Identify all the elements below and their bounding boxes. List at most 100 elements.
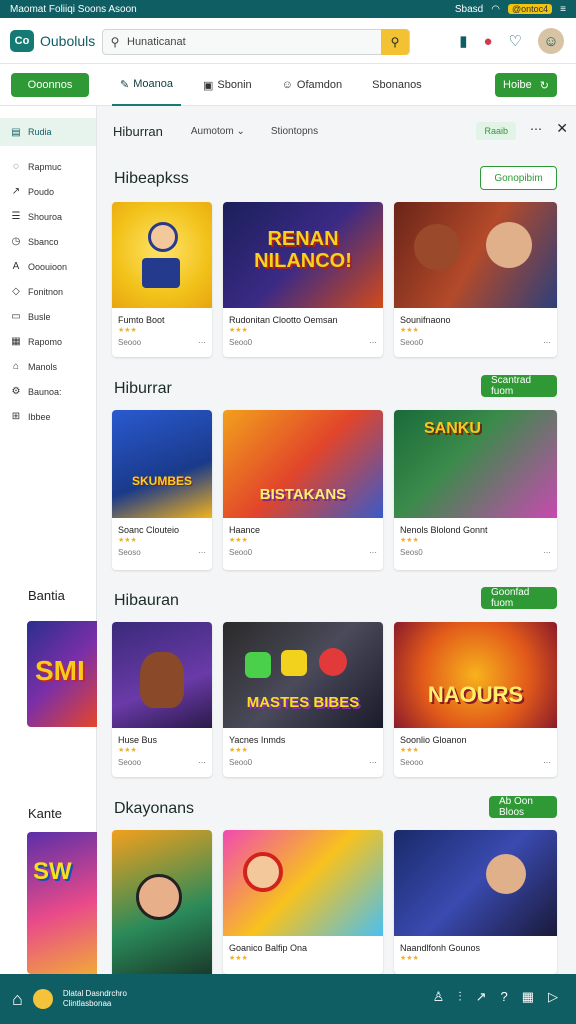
primary-button[interactable]: Ooonnos — [11, 73, 89, 97]
sidebar-item-busle[interactable]: ▭ Busle — [0, 304, 96, 329]
sidebar-item-rudia[interactable]: ▤ Rudia — [0, 118, 96, 146]
app-name: Ouboluls — [40, 32, 96, 49]
status-right: Sbasd — [454, 3, 484, 15]
card-thumbnail: SKUMBES — [112, 410, 212, 518]
card-title: Nenols Blolond Gonnt — [400, 525, 488, 535]
filter-label: Aumotom — [190, 125, 234, 137]
right-action-button[interactable]: Hoibe ↻ — [495, 73, 557, 97]
sidebar-item-manols[interactable]: ⌂ Manols — [0, 354, 96, 379]
card-thumbnail — [223, 830, 383, 936]
more-icon[interactable]: ⋯ — [369, 548, 377, 557]
more-icon[interactable]: ⋯ — [369, 758, 377, 767]
sidebar-item-rapomo[interactable]: ▦ Rapomo — [0, 329, 96, 354]
tab-label: Moanoa — [133, 78, 173, 90]
tab-moanoa[interactable]: ✎ Moanoa — [112, 64, 181, 106]
game-card[interactable]: NAOURS Soonlio Gloanon ★★★ Seooo ⋯ — [394, 622, 557, 777]
tab-sbonanos[interactable]: Sbonanos — [364, 64, 430, 106]
card-thumbnail: MASTES BIBES — [223, 622, 383, 728]
more-icon[interactable]: ⋯ — [543, 338, 551, 347]
tab-sbonin[interactable]: ▣ Sbonin — [195, 64, 260, 106]
game-card[interactable]: Fumto Boot ★★★ Seooo ⋯ — [112, 202, 212, 357]
game-card[interactable]: SANKU Nenols Blolond Gonnt ★★★ Seos0 ⋯ — [394, 410, 557, 570]
sidebar-item-label: Fonitnon — [28, 286, 64, 297]
more-icon[interactable]: ⋯ — [198, 758, 206, 767]
rating-stars: ★★★ — [118, 327, 137, 334]
search-button[interactable]: ⚲ — [381, 29, 409, 55]
game-card[interactable]: RENAN NILANCO! Rudonitan Clootto Oemsan … — [223, 202, 383, 357]
sidebar-item-ibbee[interactable]: ⊞ Ibbee — [0, 404, 96, 429]
section-button[interactable]: Gonopibim — [480, 166, 557, 190]
sidebar-item-label: Manols — [28, 361, 58, 372]
sidebar: ▤ Rudia ◌ Rapmuc ↗ Poudo ☰ Shouroa ◷ Sbanco A… — [0, 106, 97, 974]
close-icon[interactable]: ✕ — [556, 120, 568, 137]
card-meta: Seooo — [400, 758, 424, 767]
sidebar-item-poudo[interactable]: ↗ Poudo — [0, 179, 96, 204]
sidebar-item-rapmuc[interactable]: ◌ Rapmuc — [0, 154, 96, 179]
section-button[interactable]: Goonfad fuom — [481, 587, 557, 609]
more-icon[interactable]: ⋯ — [543, 548, 551, 557]
card-thumbnail: SANKU — [394, 410, 557, 518]
card-thumbnail — [112, 830, 212, 974]
card-meta: Seoo0 — [229, 758, 253, 767]
clock-icon: ◷ — [11, 236, 21, 247]
menu-icon: ≡ — [560, 3, 566, 15]
home-icon[interactable]: ⌂ — [12, 989, 23, 1010]
gem-art — [281, 650, 307, 676]
wifi-icon: ◠ — [491, 3, 500, 15]
notifications-icon[interactable]: ▮ — [459, 32, 467, 50]
bottom-text-1: Dlatal Dasndrchro — [62, 989, 127, 998]
card-title: Fumto Boot — [118, 315, 165, 325]
calendar-icon[interactable]: ▦ — [522, 989, 534, 1005]
bell-icon[interactable]: ♙ — [433, 989, 445, 1005]
sidebar-item-label: Rapmuc — [28, 161, 62, 172]
app-logo[interactable]: Co Ouboluls — [10, 29, 96, 52]
game-card[interactable] — [112, 830, 212, 974]
more-icon[interactable]: ⋯ — [369, 338, 377, 347]
sidebar-item-shouroa[interactable]: ☰ Shouroa — [0, 204, 96, 229]
more-icon[interactable]: ⋯ — [198, 338, 206, 347]
section-button[interactable]: Scantrad fuom — [481, 375, 557, 397]
sidebar-item-sbanco[interactable]: ◷ Sbanco — [0, 229, 96, 254]
trend-icon[interactable]: ↗ — [476, 989, 487, 1005]
filter-link[interactable]: Stiontopns — [271, 126, 318, 137]
location-icon[interactable]: ● — [483, 33, 492, 50]
filter-dropdown[interactable]: Aumotom ⌄ — [191, 126, 245, 137]
game-card[interactable]: MASTES BIBES Yacnes Inmds ★★★ Seoo0 ⋯ — [223, 622, 383, 777]
refresh-icon: ↻ — [539, 79, 549, 92]
help-icon[interactable]: ? — [500, 989, 507, 1005]
content-header: Hiburran Aumotom ⌄ Stiontopns Raaib ⋯ ✕ — [97, 106, 576, 156]
home-icon: ⌂ — [12, 361, 20, 372]
more-icon[interactable]: ⋯ — [198, 548, 206, 557]
rating-stars: ★★★ — [400, 327, 419, 334]
section-button[interactable]: Ab Oon Bloos — [489, 796, 557, 818]
game-card[interactable]: Naandlfonh Gounos ★★★ — [394, 830, 557, 974]
pencil-icon: ✎ — [120, 78, 130, 91]
bottom-bar: ⌂ Dlatal Dasndrchro Clintlasbonaa ♙ ⫶ ↗ … — [0, 974, 576, 1024]
tab-ofamdon[interactable]: ☺ Ofamdon — [274, 64, 350, 106]
game-card[interactable]: Goanico Balfip Ona ★★★ — [223, 830, 383, 974]
search-input[interactable] — [127, 36, 381, 48]
sidebar-item-ooouioon[interactable]: A Ooouioon — [0, 254, 96, 279]
sidebar-thumbnail[interactable]: SW — [27, 832, 97, 974]
sidebar-section-label: Bantia — [28, 588, 65, 603]
status-chip[interactable]: Raaib — [476, 122, 516, 140]
more-icon[interactable]: ⋯ — [543, 758, 551, 767]
sidebar-item-baunoa[interactable]: ⚙ Baunoa: — [0, 379, 96, 404]
game-card[interactable]: Huse Bus ★★★ Seooo ⋯ — [112, 622, 212, 777]
sidebar-thumbnail[interactable]: SMI — [27, 621, 97, 727]
game-card[interactable]: SKUMBES Soanc Clouteio ★★★ Seoso ⋯ — [112, 410, 212, 570]
avatar[interactable]: ☺ — [538, 28, 564, 54]
card-thumbnail — [112, 202, 212, 308]
more-icon[interactable]: ⋯ — [530, 122, 542, 136]
game-card[interactable]: BISTAKANS Haance ★★★ Seoo0 ⋯ — [223, 410, 383, 570]
character-art — [148, 222, 178, 252]
rating-stars: ★★★ — [229, 747, 248, 754]
chart-icon[interactable]: ⫶ — [458, 989, 461, 1005]
game-card[interactable]: Sounifnaono ★★★ Seoo0 ⋯ — [394, 202, 557, 357]
next-icon[interactable]: ▷ — [548, 989, 558, 1005]
character-art — [142, 258, 180, 288]
heart-icon[interactable]: ♡ — [509, 32, 522, 50]
card-title: Sounifnaono — [400, 315, 451, 325]
sidebar-item-fonitnon[interactable]: ◇ Fonitnon — [0, 279, 96, 304]
app-mini-icon[interactable] — [32, 989, 53, 1009]
